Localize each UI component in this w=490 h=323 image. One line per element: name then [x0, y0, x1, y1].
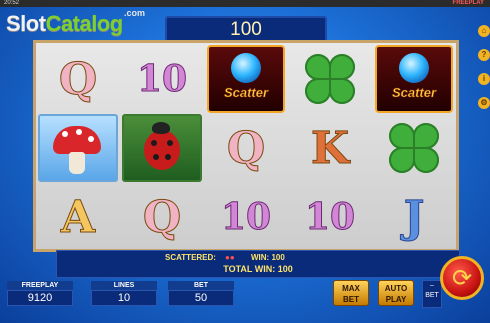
- symbol-q: Q: [58, 53, 98, 105]
- scatter-icon: Scatter: [207, 45, 285, 113]
- reel-3: Scatter Q 10: [204, 43, 289, 249]
- scatter-icon: Scatter: [375, 45, 453, 113]
- max-bet-button[interactable]: MAX BET: [333, 280, 369, 306]
- reels-area: Q A 10 Q Scatter Q 10 K 10 Scatter J: [33, 40, 459, 252]
- win-label: WIN: 100: [251, 253, 285, 262]
- spin-button[interactable]: ⟳: [440, 256, 484, 300]
- symbol-10: 10: [220, 196, 272, 239]
- reel-1: Q A: [36, 43, 121, 249]
- clock: 20:52: [4, 0, 20, 6]
- status-bar: 20:52 FREEPLAY: [0, 0, 490, 7]
- reel-2: 10 Q: [120, 43, 205, 249]
- bet-stat[interactable]: BET 50: [168, 281, 234, 306]
- home-icon[interactable]: ⌂: [478, 25, 490, 37]
- symbol-j: J: [403, 191, 425, 243]
- symbol-a: A: [60, 191, 96, 243]
- symbol-scatter: Scatter: [206, 45, 286, 113]
- ladybug-icon: [122, 114, 202, 182]
- scatter-mini-icon: ●●: [225, 253, 235, 262]
- clover-icon: [386, 120, 442, 176]
- symbol-clover: [374, 114, 454, 182]
- reel-4: K 10: [288, 43, 373, 249]
- settings-icon[interactable]: ⚙: [478, 97, 490, 109]
- info-icon[interactable]: i: [478, 73, 490, 85]
- symbol-10: 10: [304, 196, 356, 239]
- symbol-scatter: Scatter: [374, 45, 454, 113]
- symbol-k: K: [310, 122, 350, 174]
- reel-5: Scatter J: [372, 43, 456, 249]
- clover-icon: [302, 51, 358, 107]
- help-icon[interactable]: ?: [478, 49, 490, 61]
- symbol-q: Q: [142, 191, 182, 243]
- bet-minus-button[interactable]: – BET: [422, 280, 442, 308]
- symbol-10: 10: [136, 58, 188, 101]
- total-win: TOTAL WIN: 100: [223, 264, 293, 274]
- mushroom-icon: [38, 114, 118, 182]
- spin-arrows-icon: ⟳: [451, 265, 473, 292]
- win-info-panel: SCATTERED: ●● WIN: 100 TOTAL WIN: 100: [56, 250, 460, 278]
- symbol-q: Q: [226, 122, 266, 174]
- symbol-clover: [290, 45, 370, 113]
- mode-indicator: FREEPLAY: [452, 0, 484, 6]
- symbol-mushroom: [38, 114, 118, 182]
- scattered-label: SCATTERED:: [165, 253, 216, 262]
- side-menu: ⌂ ? i ⚙: [478, 25, 490, 121]
- symbol-ladybug: [122, 114, 202, 182]
- auto-play-button[interactable]: AUTO PLAY: [378, 280, 414, 306]
- lines-stat[interactable]: LINES 10: [91, 281, 157, 306]
- freeplay-stat: FREEPLAY 9120: [7, 281, 73, 306]
